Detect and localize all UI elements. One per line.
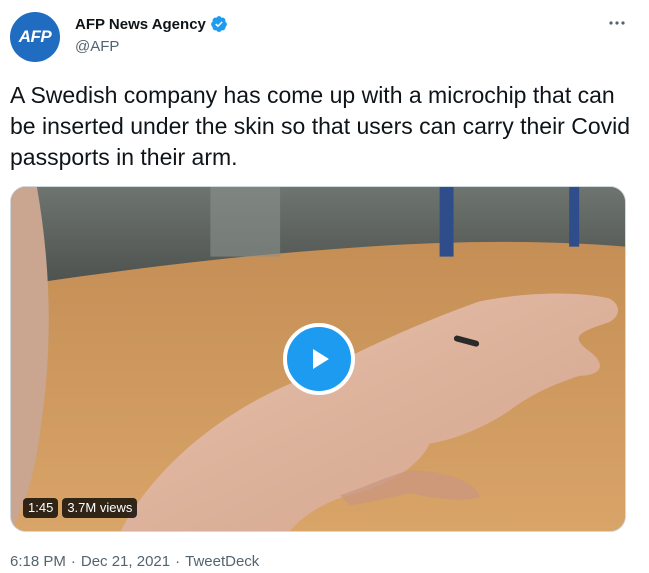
- author-info: AFP News Agency @AFP: [75, 15, 228, 55]
- tweet-meta: 6:18 PM · Dec 21, 2021 · TweetDeck: [10, 553, 259, 570]
- more-options-button[interactable]: [605, 12, 629, 34]
- author-handle[interactable]: @AFP: [75, 38, 228, 55]
- more-dots-icon: [609, 21, 625, 25]
- author-display-name[interactable]: AFP News Agency: [75, 16, 206, 33]
- meta-separator: ·: [175, 553, 181, 570]
- avatar-logo-text: AFP: [18, 27, 52, 46]
- tweet-time[interactable]: 6:18 PM: [10, 553, 66, 570]
- play-button[interactable]: [283, 323, 355, 395]
- video-badges: 1:45 3.7M views: [23, 498, 138, 518]
- author-name-row: AFP News Agency: [75, 15, 228, 33]
- video-duration-badge: 1:45: [23, 498, 59, 518]
- verified-badge-icon: [211, 16, 227, 32]
- tweet-source[interactable]: TweetDeck: [185, 553, 259, 570]
- tweet-text: A Swedish company has come up with a mic…: [10, 82, 631, 170]
- video-views-badge: 3.7M views: [62, 498, 138, 518]
- meta-separator: ·: [70, 553, 76, 570]
- tweet-card[interactable]: AFP AFP News Agency @AFP A Swedish compa…: [0, 0, 649, 573]
- play-icon: [313, 349, 329, 369]
- avatar[interactable]: AFP: [10, 12, 60, 62]
- tweet-date[interactable]: Dec 21, 2021: [81, 553, 170, 570]
- video-player[interactable]: 1:45 3.7M views: [10, 186, 626, 532]
